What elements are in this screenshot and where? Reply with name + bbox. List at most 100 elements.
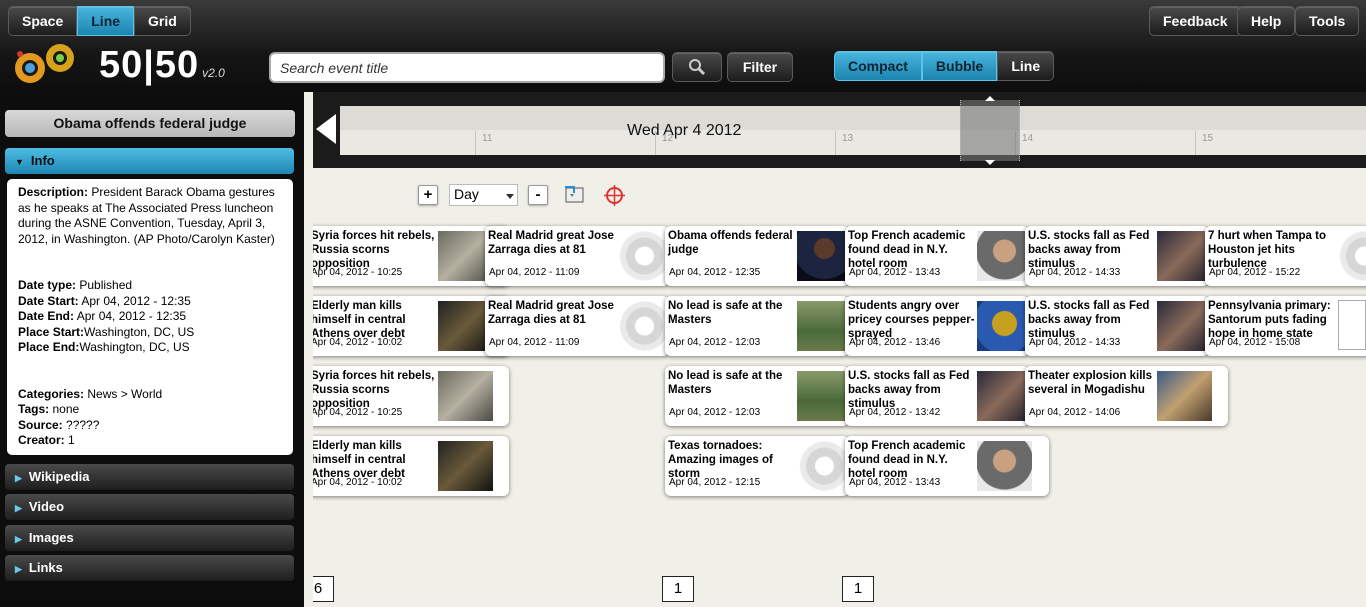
top-toolbar: Space Line Grid Feedback Help Tools 50|5…: [0, 0, 1366, 92]
view-grid-button[interactable]: Grid: [134, 6, 191, 36]
event-date: Apr 04, 2012 - 10:02: [313, 477, 403, 488]
triangle-right-icon: ▶: [15, 564, 22, 574]
event-date: Apr 04, 2012 - 14:33: [1029, 267, 1121, 278]
events-canvas: Syria forces hit rebels, Russia scorns o…: [313, 168, 1366, 607]
accordion-info[interactable]: ▼ Info: [5, 148, 294, 174]
event-title: U.S. stocks fall as Fed backs away from …: [1028, 300, 1150, 340]
event-title: Students angry over pricey courses peppe…: [848, 300, 975, 340]
display-mode-switcher: Compact Bubble Line: [834, 51, 1055, 81]
view-space-button[interactable]: Space: [8, 6, 78, 36]
event-card[interactable]: Syria forces hit rebels, Russia scorns o…: [313, 366, 509, 426]
event-card[interactable]: Elderly man kills himself in central Ath…: [313, 436, 509, 496]
event-card[interactable]: Real Madrid great Jose Zarraga dies at 8…: [485, 226, 669, 286]
accordion-wikipedia-label: Wikipedia: [28, 469, 90, 484]
filter-button[interactable]: Filter: [727, 52, 793, 82]
timeline-date-label: Wed Apr 4 2012: [627, 122, 742, 139]
event-title: Top French academic found dead in N.Y. h…: [848, 230, 966, 270]
event-card-selected[interactable]: Obama offends federal judge Apr 04, 2012…: [665, 226, 849, 286]
event-thumbnail: [1157, 371, 1212, 421]
event-title: Elderly man kills himself in central Ath…: [313, 440, 406, 480]
event-date: Apr 04, 2012 - 12:03: [669, 337, 761, 348]
event-date: Apr 04, 2012 - 11:09: [489, 337, 580, 348]
search-button[interactable]: [672, 52, 722, 82]
timeline-band[interactable]: Wed Apr 4 2012 11 12 13 14 15: [340, 106, 1366, 155]
accordion-info-label: Info: [30, 153, 55, 168]
event-date: Apr 04, 2012 - 13:43: [849, 477, 941, 488]
event-date: Apr 04, 2012 - 13:42: [849, 407, 941, 418]
event-thumbnail: [977, 371, 1029, 421]
event-date: Apr 04, 2012 - 12:15: [669, 477, 761, 488]
cluster-count-badge[interactable]: 1: [842, 576, 874, 602]
source-row: Source: ?????: [18, 417, 100, 432]
brand-version: v2.0: [202, 66, 225, 80]
event-card[interactable]: Real Madrid great Jose Zarraga dies at 8…: [485, 296, 669, 356]
event-card[interactable]: No lead is safe at the Masters Apr 04, 2…: [665, 366, 849, 426]
triangle-right-icon: ▶: [15, 503, 22, 513]
event-card[interactable]: U.S. stocks fall as Fed backs away from …: [845, 366, 1029, 426]
date-end-row: Date End: Apr 04, 2012 - 12:35: [18, 309, 187, 323]
timeline-window-handle[interactable]: [960, 96, 1020, 165]
event-date: Apr 04, 2012 - 13:46: [849, 337, 941, 348]
event-date: Apr 04, 2012 - 14:06: [1029, 407, 1121, 418]
event-thumbnail: [438, 371, 493, 421]
description-row: Description: President Barack Obama gest…: [18, 185, 275, 246]
event-title: U.S. stocks fall as Fed backs away from …: [1028, 230, 1150, 270]
event-title: Top French academic found dead in N.Y. h…: [848, 440, 966, 480]
event-date: Apr 04, 2012 - 13:43: [849, 267, 941, 278]
accordion-video[interactable]: ▶ Video: [5, 494, 294, 520]
event-card[interactable]: 7 hurt when Tampa to Houston jet hits tu…: [1205, 226, 1366, 286]
mode-bubble-button[interactable]: Bubble: [921, 51, 998, 81]
event-card[interactable]: U.S. stocks fall as Fed backs away from …: [1025, 226, 1209, 286]
document-icon: [1338, 300, 1366, 350]
accordion-video-label: Video: [28, 499, 65, 514]
event-title: 7 hurt when Tampa to Houston jet hits tu…: [1208, 230, 1326, 270]
accordion-wikipedia[interactable]: ▶ Wikipedia: [5, 464, 294, 490]
scroll-left-arrow-icon[interactable]: [316, 114, 336, 144]
view-line-button[interactable]: Line: [77, 6, 135, 36]
event-card[interactable]: Top French academic found dead in N.Y. h…: [845, 226, 1029, 286]
triangle-right-icon: ▶: [15, 534, 22, 544]
event-card[interactable]: Syria forces hit rebels, Russia scorns o…: [313, 226, 509, 286]
gear-placeholder-icon: [617, 231, 669, 281]
timeline-overview: Wed Apr 4 2012 11 12 13 14 15: [313, 92, 1366, 168]
event-title: Syria forces hit rebels, Russia scorns o…: [313, 370, 435, 410]
sidebar-splitter[interactable]: [304, 92, 313, 607]
event-date: Apr 04, 2012 - 12:03: [669, 407, 761, 418]
event-thumbnail: [977, 301, 1029, 351]
event-thumbnail: [438, 441, 493, 491]
event-date: Apr 04, 2012 - 15:08: [1209, 337, 1301, 348]
event-card[interactable]: Top French academic found dead in N.Y. h…: [845, 436, 1049, 496]
event-date: Apr 04, 2012 - 11:09: [489, 267, 580, 278]
accordion-images[interactable]: ▶ Images: [5, 525, 294, 551]
search-input[interactable]: [269, 52, 665, 83]
help-button[interactable]: Help: [1237, 6, 1296, 36]
brand-logo: 50|50 v2.0: [99, 44, 225, 87]
tools-button[interactable]: Tools: [1295, 6, 1360, 36]
event-title: Pennsylvania primary: Santorum puts fadi…: [1208, 300, 1331, 340]
feedback-button[interactable]: Feedback: [1149, 6, 1242, 36]
gear-placeholder-icon: [797, 441, 849, 491]
creator-row: Creator: 1: [18, 433, 75, 447]
mode-compact-button[interactable]: Compact: [834, 51, 922, 81]
brand-name: 50|50: [99, 44, 200, 86]
cluster-count-badge[interactable]: 1: [662, 576, 694, 602]
gear-placeholder-icon: [1337, 231, 1366, 281]
event-card[interactable]: No lead is safe at the Masters Apr 04, 2…: [665, 296, 849, 356]
gear-placeholder-icon: [617, 301, 669, 351]
event-title: Texas tornadoes: Amazing images of storm: [668, 440, 773, 480]
info-panel: Description: President Barack Obama gest…: [7, 179, 293, 455]
event-card[interactable]: Texas tornadoes: Amazing images of storm…: [665, 436, 849, 496]
event-date: Apr 04, 2012 - 12:35: [669, 267, 761, 278]
event-title: Elderly man kills himself in central Ath…: [313, 300, 406, 340]
cluster-count-badge[interactable]: 6: [313, 576, 334, 602]
event-card[interactable]: Theater explosion kills several in Mogad…: [1025, 366, 1228, 426]
event-title: Obama offends federal judge: [668, 230, 793, 256]
accordion-links[interactable]: ▶ Links: [5, 555, 294, 581]
event-card[interactable]: Elderly man kills himself in central Ath…: [313, 296, 509, 356]
event-card[interactable]: U.S. stocks fall as Fed backs away from …: [1025, 296, 1209, 356]
tags-row: Tags: none: [18, 402, 80, 416]
mode-line-button[interactable]: Line: [997, 51, 1055, 81]
event-card[interactable]: Students angry over pricey courses peppe…: [845, 296, 1029, 356]
place-start-row: Place Start:Washington, DC, US: [18, 324, 195, 339]
event-thumbnail: [977, 441, 1032, 491]
